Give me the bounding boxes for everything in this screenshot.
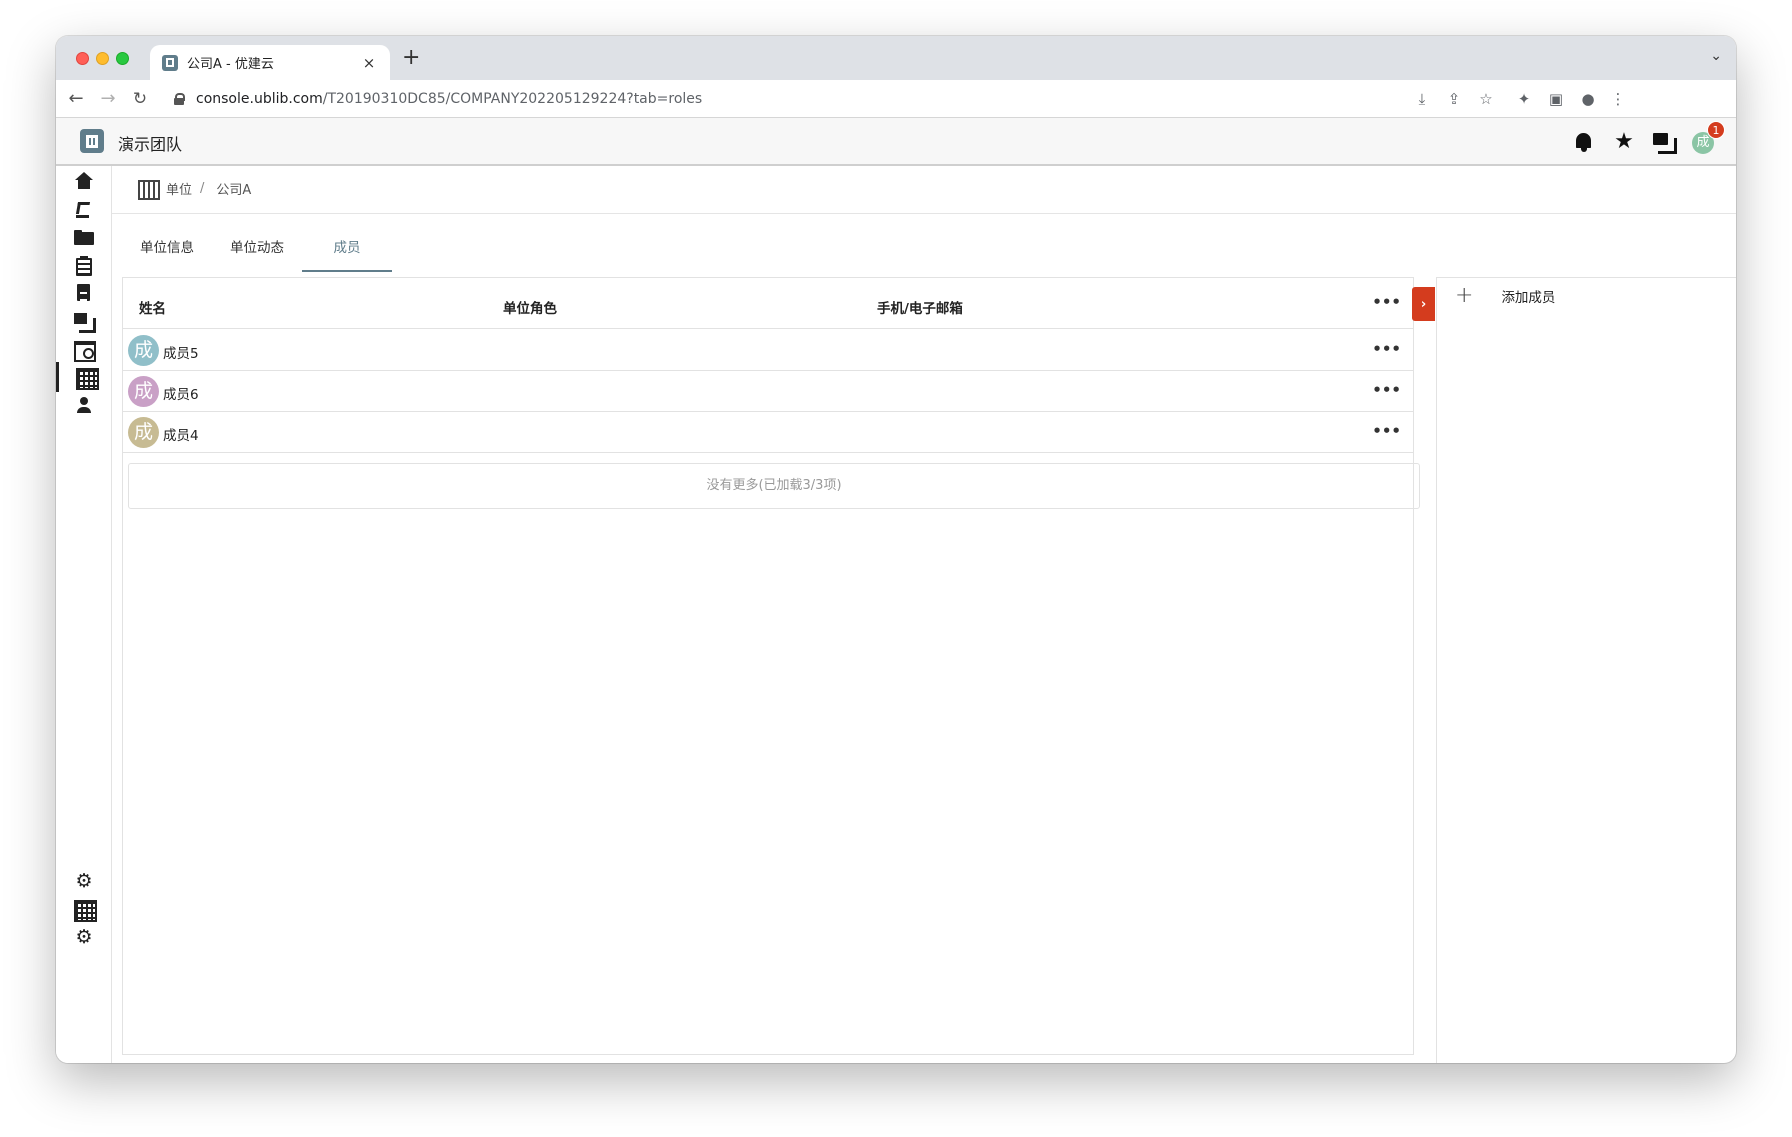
load-more-status: 没有更多(已加载3/3项) [128, 463, 1420, 509]
browser-tab[interactable]: 公司A - 优建云 × [150, 45, 390, 80]
add-member-label: 添加成员 [1501, 290, 1556, 306]
member-list: 姓名 单位角色 手机/电子邮箱 ••• 成 成员5 ••• 成 成员6 ••• … [122, 277, 1420, 1055]
chat-icon[interactable] [1652, 130, 1677, 154]
app-header: 演示团队 ★ 成 1 [56, 118, 1736, 166]
share-icon[interactable]: ⇪ [1444, 89, 1464, 109]
tab-close-icon[interactable]: × [360, 54, 378, 72]
forum-icon [74, 312, 96, 333]
profile-icon[interactable]: ● [1578, 89, 1598, 109]
more-horiz-icon[interactable]: ••• [1372, 293, 1401, 311]
star-icon[interactable]: ★ [1612, 130, 1636, 154]
more-horiz-icon[interactable]: ••• [1372, 340, 1401, 358]
tab-bar: 单位信息 单位动态 成员 [122, 232, 392, 272]
nav-files[interactable] [56, 222, 112, 252]
plus-icon: + [1455, 283, 1474, 308]
lock-icon[interactable] [174, 93, 185, 105]
nav-home[interactable] [56, 166, 112, 196]
forward-button[interactable]: → [96, 87, 120, 111]
bell-icon[interactable] [1572, 130, 1596, 154]
nav-org-admin[interactable] [56, 894, 112, 924]
table-row[interactable]: 成 成员4 ••• [123, 412, 1413, 453]
extensions-puzzle-icon[interactable]: ✦ [1514, 89, 1534, 109]
avatar: 成 [128, 417, 159, 448]
divider [112, 213, 1736, 214]
url-text: console.ublib.com/T20190310DC85/COMPANY2… [196, 91, 702, 107]
add-member-button[interactable]: + 添加成员 [1455, 284, 1555, 308]
table-row[interactable]: 成 成员5 ••• [123, 330, 1413, 371]
nav-organizations[interactable] [56, 362, 112, 392]
favicon-icon [162, 54, 178, 71]
tab-title: 公司A - 优建云 [187, 57, 274, 72]
notification-badge: 1 [1707, 121, 1725, 139]
more-horiz-icon[interactable]: ••• [1372, 381, 1401, 399]
app-logo-icon[interactable] [80, 129, 104, 153]
nav-settings[interactable]: ⚙ [56, 866, 112, 896]
bookmark-star-icon[interactable]: ☆ [1476, 89, 1496, 109]
column-header-contact: 手机/电子邮箱 [877, 301, 963, 317]
breadcrumb-separator: / [200, 180, 205, 196]
table-header: 姓名 单位角色 手机/电子邮箱 ••• [123, 278, 1413, 329]
find-in-page-icon [74, 340, 96, 362]
member-name: 成员4 [163, 428, 199, 444]
member-name: 成员6 [163, 387, 199, 403]
nav-tasks[interactable] [56, 250, 112, 280]
tab-search-chevron-icon[interactable]: ⌄ [1710, 48, 1722, 64]
table-row[interactable]: 成 成员6 ••• [123, 371, 1413, 412]
tab-strip: 公司A - 优建云 × + ⌄ [56, 36, 1736, 80]
nav-documents[interactable] [56, 278, 112, 308]
gear-icon: ⚙ [75, 926, 93, 948]
document-icon [74, 284, 94, 302]
gear-icon: ⚙ [75, 870, 93, 892]
zoom-window-button[interactable] [116, 52, 129, 65]
person-icon [74, 396, 94, 414]
address-bar[interactable]: console.ublib.com/T20190310DC85/COMPANY2… [160, 84, 1410, 114]
left-nav-rail: ⚙ ⚙ [56, 166, 112, 1063]
side-panel: + 添加成员 [1436, 277, 1736, 1063]
install-app-icon[interactable]: ⤓ [1412, 89, 1432, 109]
nav-discussions[interactable] [56, 306, 112, 336]
column-header-role: 单位角色 [503, 301, 557, 317]
team-name[interactable]: 演示团队 [118, 131, 182, 155]
member-name: 成员5 [163, 346, 199, 362]
desk-lamp-icon [74, 200, 94, 218]
nav-people[interactable] [56, 390, 112, 420]
avatar: 成 [128, 376, 159, 407]
clipboard-icon [74, 256, 94, 276]
tab-org-info[interactable]: 单位信息 [122, 232, 212, 272]
back-button[interactable]: ← [64, 87, 88, 111]
browser-toolbar: ← → ↻ console.ublib.com/T20190310DC85/CO… [56, 80, 1736, 118]
side-panel-icon[interactable]: ▣ [1546, 89, 1566, 109]
close-window-button[interactable] [76, 52, 89, 65]
breadcrumb-root[interactable]: 单位 [166, 179, 192, 198]
browser-window: 公司A - 优建云 × + ⌄ ← → ↻ console.ublib.com/… [56, 36, 1736, 1063]
building-icon [138, 180, 160, 200]
reload-button[interactable]: ↻ [128, 87, 152, 111]
breadcrumb-current: 公司A [216, 182, 252, 198]
column-header-name: 姓名 [139, 301, 166, 317]
minimize-window-button[interactable] [96, 52, 109, 65]
new-tab-button[interactable]: + [402, 47, 420, 69]
more-horiz-icon[interactable]: ••• [1372, 422, 1401, 440]
browser-menu-kebab-icon[interactable]: ⋮ [1608, 89, 1628, 109]
tab-org-activity[interactable]: 单位动态 [212, 232, 302, 272]
nav-design[interactable] [56, 194, 112, 224]
breadcrumb: 单位 / 公司A [138, 178, 252, 200]
home-icon [74, 172, 94, 190]
building-icon [75, 368, 99, 390]
nav-search[interactable] [56, 334, 112, 364]
url-path: /T20190310DC85/COMPANY202205129224?tab=r… [322, 91, 703, 107]
url-host: console.ublib.com [196, 91, 323, 107]
building-icon [74, 900, 97, 922]
collapse-panel-button[interactable]: › [1412, 287, 1435, 321]
nav-system-settings[interactable]: ⚙ [56, 922, 112, 952]
folder-icon [74, 228, 94, 246]
avatar: 成 [128, 335, 159, 366]
tab-members[interactable]: 成员 [302, 232, 392, 272]
